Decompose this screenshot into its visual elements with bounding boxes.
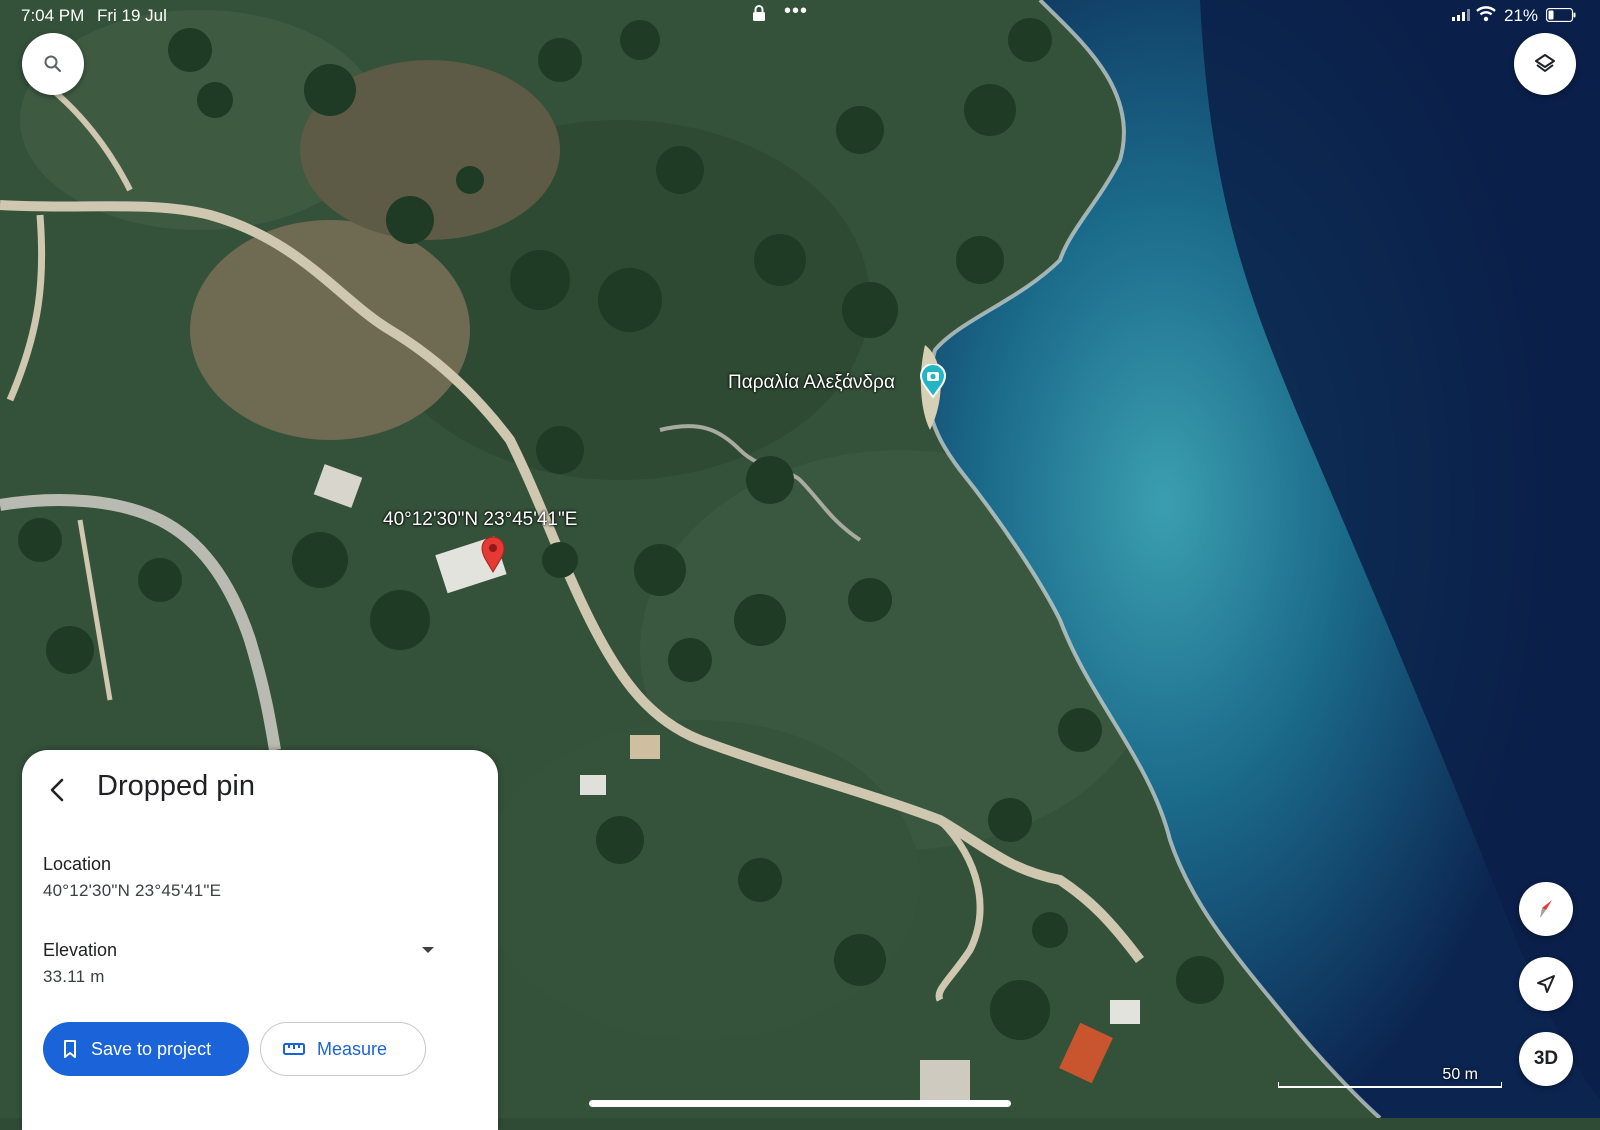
back-arrow-icon <box>50 778 64 802</box>
measure-button[interactable]: Measure <box>260 1022 426 1076</box>
dropped-pin-icon[interactable] <box>480 535 506 573</box>
status-bar: 7:04 PM Fri 19 Jul ••• 21% <box>0 0 1600 32</box>
panel-title: Dropped pin <box>97 770 255 802</box>
my-location-button[interactable] <box>1519 957 1573 1011</box>
elevation-value: 33.11 m <box>43 967 105 986</box>
search-button[interactable] <box>22 33 84 95</box>
compass-button[interactable] <box>1519 882 1573 936</box>
layers-icon <box>1535 54 1555 72</box>
pin-coordinates-label: 40°12'30"N 23°45'41"E <box>383 509 578 530</box>
dropped-pin-panel: Dropped pin Location 40°12'30"N 23°45'41… <box>22 750 498 1130</box>
home-indicator[interactable] <box>589 1100 1011 1107</box>
back-button[interactable] <box>40 772 76 808</box>
layers-button[interactable] <box>1514 33 1576 95</box>
wifi-icon <box>1476 6 1496 22</box>
beach-place-label[interactable]: Παραλία Αλεξάνδρα <box>728 372 895 394</box>
location-label: Location <box>43 854 112 874</box>
status-date: Fri 19 Jul <box>97 6 167 25</box>
signal-icon <box>1452 9 1470 21</box>
bookmark-icon <box>64 1040 76 1058</box>
status-time: 7:04 PM <box>21 6 85 25</box>
multitasking-dots-icon[interactable]: ••• <box>784 0 808 23</box>
elevation-label: Elevation <box>43 940 118 960</box>
location-arrow-icon <box>1537 975 1555 993</box>
3d-toggle-label: 3D <box>1533 1048 1559 1069</box>
3d-toggle-button[interactable]: 3D <box>1519 1032 1573 1086</box>
elevation-dropdown[interactable] <box>416 938 440 962</box>
location-value[interactable]: 40°12'30"N 23°45'41"E <box>43 881 221 901</box>
ruler-icon <box>283 1043 305 1055</box>
camera-pin-icon[interactable] <box>919 364 947 398</box>
lock-icon <box>753 5 765 21</box>
search-icon <box>44 55 62 73</box>
scale-bar <box>1278 1082 1502 1088</box>
battery-percentage: 21% <box>1504 6 1539 25</box>
battery-icon <box>1546 8 1576 22</box>
save-to-project-button[interactable]: Save to project <box>43 1022 249 1076</box>
dropdown-arrow-icon <box>422 947 434 953</box>
map-scale: 50 m <box>1278 1064 1502 1088</box>
measure-label: Measure <box>317 1038 388 1059</box>
save-to-project-label: Save to project <box>91 1038 212 1059</box>
compass-icon <box>1540 900 1552 918</box>
